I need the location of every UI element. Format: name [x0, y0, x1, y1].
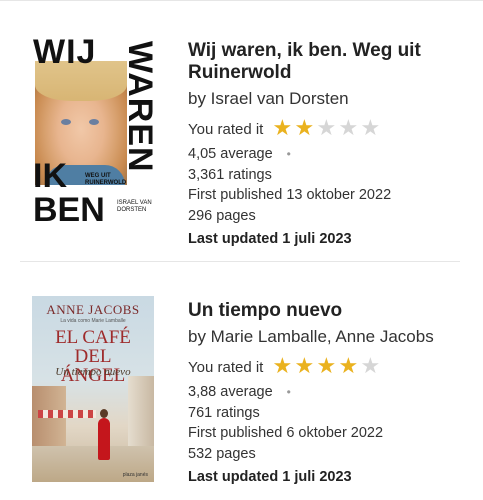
top-divider: [0, 0, 483, 1]
user-rating-row: You rated it ★ ★ ★ ★ ★: [188, 118, 468, 140]
cover-text: WIJ: [33, 37, 97, 71]
cover-text: WAREN: [121, 41, 153, 173]
star-icon[interactable]: ★: [271, 118, 293, 140]
book-info: Un tiempo nuevo by Marie Lamballe, Anne …: [188, 300, 468, 487]
first-published: First published 6 oktober 2022: [188, 425, 384, 441]
book-info: Wij waren, ik ben. Weg uit Ruinerwold by…: [188, 40, 468, 249]
book-cover[interactable]: WIJ WAREN IK BEN WEG UIT RUINERWOLD ISRA…: [33, 37, 153, 225]
star-icon[interactable]: ★: [293, 356, 315, 378]
book-title[interactable]: Wij waren, ik ben. Weg uit Ruinerwold: [188, 40, 468, 84]
book-title[interactable]: Un tiempo nuevo: [188, 300, 468, 322]
star-icon[interactable]: ★: [359, 118, 381, 140]
cover-subtitle: WEG UIT RUINERWOLD: [85, 173, 127, 186]
cover-publisher: plaza janés: [122, 472, 148, 478]
cover-text: BEN: [33, 191, 105, 225]
cover-text: IK: [33, 157, 67, 195]
star-rating[interactable]: ★ ★ ★ ★ ★: [271, 356, 381, 378]
separator-dot: •: [286, 147, 291, 162]
rated-label: You rated it: [188, 120, 264, 138]
star-icon[interactable]: ★: [271, 356, 293, 378]
page-count: 532 pages: [188, 445, 256, 462]
star-icon[interactable]: ★: [337, 118, 359, 140]
star-icon[interactable]: ★: [337, 356, 359, 378]
user-rating-row: You rated it ★ ★ ★ ★ ★: [188, 356, 468, 378]
book-author[interactable]: by Marie Lamballe, Anne Jacobs: [188, 326, 468, 347]
cover-tagline: La vida como Marie Lamballe: [60, 318, 126, 324]
cover-figure: [98, 418, 110, 460]
rated-label: You rated it: [188, 358, 264, 376]
ratings-count: 3,361 ratings: [188, 166, 272, 183]
star-icon[interactable]: ★: [293, 118, 315, 140]
first-published: First published 13 oktober 2022: [188, 187, 392, 203]
star-icon[interactable]: ★: [359, 356, 381, 378]
average-row: 3,88 average •: [188, 382, 468, 403]
average-row: 4,05 average •: [188, 144, 468, 165]
page-count: 296 pages: [188, 207, 256, 224]
last-updated: Last updated 1 juli 2023: [188, 469, 352, 485]
cover-subtitle: Un tiempo nuevo: [55, 366, 131, 378]
average-rating: 3,88 average: [188, 384, 273, 400]
average-rating: 4,05 average: [188, 146, 273, 162]
book-author[interactable]: by Israel van Dorsten: [188, 88, 468, 109]
list-divider: [20, 261, 460, 262]
book-cover[interactable]: ANNE JACOBS La vida como Marie Lamballe …: [32, 296, 154, 482]
cover-author: ANNE JACOBS: [46, 302, 140, 317]
last-updated: Last updated 1 juli 2023: [188, 231, 352, 247]
ratings-count: 761 ratings: [188, 404, 260, 421]
star-icon[interactable]: ★: [315, 118, 337, 140]
star-rating[interactable]: ★ ★ ★ ★ ★: [271, 118, 381, 140]
star-icon[interactable]: ★: [315, 356, 337, 378]
cover-author: ISRAEL VAN DORSTEN: [117, 200, 152, 213]
separator-dot: •: [286, 385, 291, 400]
